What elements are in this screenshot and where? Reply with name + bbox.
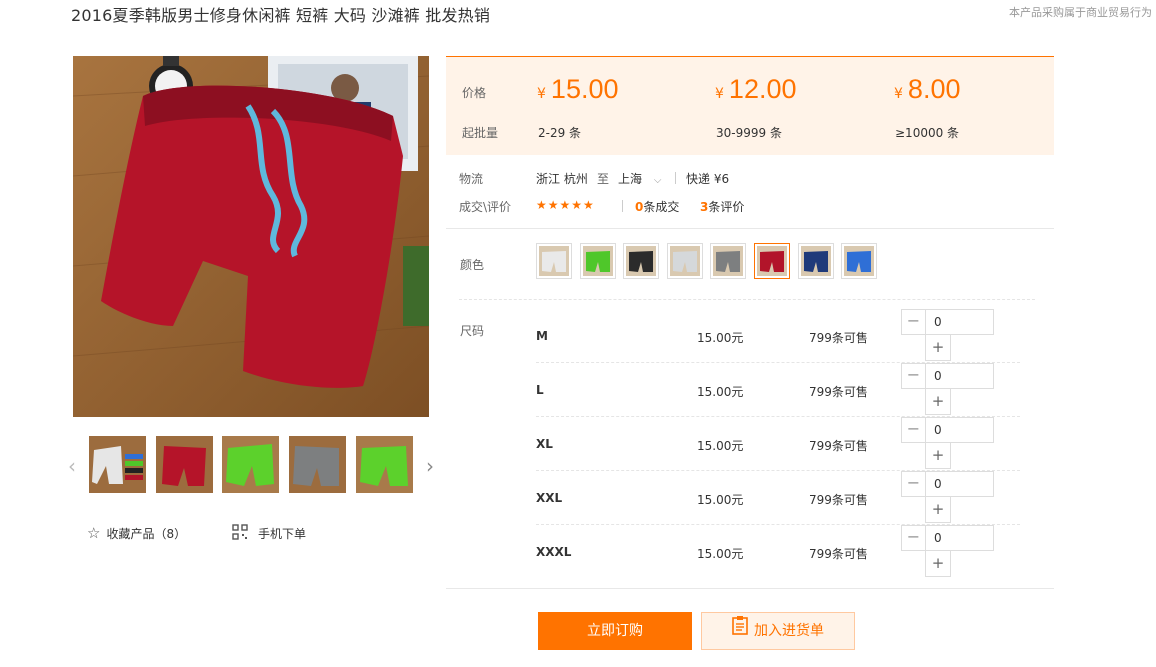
color-swatch-blue[interactable] bbox=[841, 243, 877, 279]
swatch-image bbox=[844, 246, 874, 276]
chevron-left-icon[interactable]: ‹ bbox=[68, 454, 76, 478]
swatch-image bbox=[713, 246, 743, 276]
increase-button[interactable]: + bbox=[925, 335, 951, 361]
price-tier-3: ¥ 8.00 bbox=[894, 74, 961, 104]
logistics-origin: 浙江 杭州 bbox=[536, 172, 588, 186]
color-swatch-navy[interactable] bbox=[798, 243, 834, 279]
price-label: 价格 bbox=[462, 86, 487, 100]
mobile-order-label: 手机下单 bbox=[258, 527, 307, 541]
buy-now-button[interactable]: 立即订购 bbox=[538, 612, 692, 650]
size-price: 15.00元 bbox=[697, 331, 744, 345]
swatch-image bbox=[539, 246, 569, 276]
logistics-to-word: 至 bbox=[597, 172, 610, 186]
decrease-button[interactable]: − bbox=[901, 363, 925, 389]
increase-button[interactable]: + bbox=[925, 497, 951, 523]
range-tier-3: ≥10000 条 bbox=[895, 126, 960, 140]
size-price: 15.00元 bbox=[697, 547, 744, 561]
size-row-xxl: XXL 15.00元 799条可售 − 0 + bbox=[536, 471, 1020, 525]
quantity-input[interactable]: 0 bbox=[925, 363, 994, 389]
range-tier-2: 30-9999 条 bbox=[716, 126, 782, 140]
thumbnail-multi-color[interactable] bbox=[89, 436, 146, 493]
swatch-image bbox=[757, 246, 787, 276]
price-tier-1: ¥ 15.00 bbox=[537, 74, 619, 104]
size-row-l: L 15.00元 799条可售 − 0 + bbox=[536, 363, 1020, 417]
size-name: M bbox=[536, 329, 548, 343]
color-swatch-white[interactable] bbox=[536, 243, 572, 279]
decrease-button[interactable]: − bbox=[901, 417, 925, 443]
chevron-right-icon[interactable]: › bbox=[426, 454, 434, 478]
size-stock: 799条可售 bbox=[809, 331, 868, 345]
star-outline-icon: ☆ bbox=[87, 524, 101, 542]
increase-button[interactable]: + bbox=[925, 443, 951, 469]
quantity-input[interactable]: 0 bbox=[925, 417, 994, 443]
color-swatch-light-gray[interactable] bbox=[667, 243, 703, 279]
thumbnail-green-2[interactable] bbox=[356, 436, 413, 493]
color-swatch-black[interactable] bbox=[623, 243, 659, 279]
favorite-product[interactable]: ☆ 收藏产品（8） bbox=[87, 524, 186, 542]
size-price: 15.00元 bbox=[697, 385, 744, 399]
thumbnail-red[interactable] bbox=[156, 436, 213, 493]
size-price: 15.00元 bbox=[697, 493, 744, 507]
decrease-button[interactable]: − bbox=[901, 309, 925, 335]
size-stock: 799条可售 bbox=[809, 493, 868, 507]
color-label: 颜色 bbox=[460, 258, 485, 272]
color-swatch-gray[interactable] bbox=[710, 243, 746, 279]
range-tier-1: 2-29 条 bbox=[538, 126, 582, 140]
size-name: XL bbox=[536, 437, 553, 451]
deal-count-link[interactable]: 0条成交 bbox=[635, 198, 679, 215]
main-product-image bbox=[73, 56, 429, 417]
size-name: XXL bbox=[536, 491, 563, 505]
swatch-image bbox=[583, 246, 613, 276]
increase-button[interactable]: + bbox=[925, 551, 951, 577]
size-name: L bbox=[536, 383, 544, 397]
clipboard-icon bbox=[732, 613, 748, 649]
thumbnail-strip: ‹ › bbox=[64, 436, 442, 494]
logistics-label: 物流 bbox=[459, 172, 484, 186]
size-name: XXXL bbox=[536, 545, 572, 559]
chevron-down-icon: ⌵ bbox=[653, 175, 662, 186]
divider bbox=[622, 200, 623, 212]
increase-button[interactable]: + bbox=[925, 389, 951, 415]
thumbnail-gray[interactable] bbox=[289, 436, 346, 493]
shipping-fee: 快递 ¥6 bbox=[686, 172, 730, 186]
quantity-input[interactable]: 0 bbox=[925, 309, 994, 335]
product-title: 2016夏季韩版男士修身休闲裤 短裤 大码 沙滩裤 批发热销 bbox=[71, 6, 491, 25]
divider bbox=[446, 588, 1054, 589]
size-stock: 799条可售 bbox=[809, 385, 868, 399]
size-stock: 799条可售 bbox=[809, 439, 868, 453]
divider bbox=[675, 172, 676, 184]
destination-select[interactable]: 上海 ⌵ bbox=[618, 170, 661, 187]
moq-label: 起批量 bbox=[462, 126, 499, 140]
swatch-image bbox=[670, 246, 700, 276]
price-tier-2: ¥ 12.00 bbox=[715, 74, 797, 104]
divider bbox=[459, 299, 1035, 300]
quantity-input[interactable]: 0 bbox=[925, 471, 994, 497]
size-price: 15.00元 bbox=[697, 439, 744, 453]
color-swatch-red[interactable] bbox=[754, 243, 790, 279]
trade-notice: 本产品采购属于商业贸易行为 bbox=[1009, 6, 1152, 19]
deals-label: 成交\评价 bbox=[459, 200, 512, 214]
thumbnail-green[interactable] bbox=[222, 436, 279, 493]
decrease-button[interactable]: − bbox=[901, 471, 925, 497]
size-row-xl: XL 15.00元 799条可售 − 0 + bbox=[536, 417, 1020, 471]
divider bbox=[446, 228, 1054, 229]
quantity-input[interactable]: 0 bbox=[925, 525, 994, 551]
price-panel: 价格 起批量 ¥ 15.00 ¥ 12.00 ¥ 8.00 2-29 条 30-… bbox=[446, 56, 1054, 155]
size-stock: 799条可售 bbox=[809, 547, 868, 561]
decrease-button[interactable]: − bbox=[901, 525, 925, 551]
qr-code-icon bbox=[232, 524, 248, 543]
swatch-image bbox=[626, 246, 656, 276]
favorite-label: 收藏产品（8） bbox=[106, 526, 187, 541]
review-count-link[interactable]: 3条评价 bbox=[700, 198, 744, 215]
mobile-order[interactable]: 手机下单 bbox=[232, 524, 306, 543]
destination-value: 上海 bbox=[618, 172, 643, 186]
swatch-image bbox=[801, 246, 831, 276]
add-to-cart-label: 加入进货单 bbox=[754, 623, 824, 639]
size-label: 尺码 bbox=[460, 324, 485, 338]
rating-stars: ★★★★★ bbox=[536, 198, 595, 212]
size-row-m: M 15.00元 799条可售 − 0 + bbox=[536, 309, 1020, 363]
add-to-cart-button[interactable]: 加入进货单 bbox=[701, 612, 855, 650]
size-row-xxxl: XXXL 15.00元 799条可售 − 0 + bbox=[536, 525, 1020, 579]
color-swatch-green[interactable] bbox=[580, 243, 616, 279]
